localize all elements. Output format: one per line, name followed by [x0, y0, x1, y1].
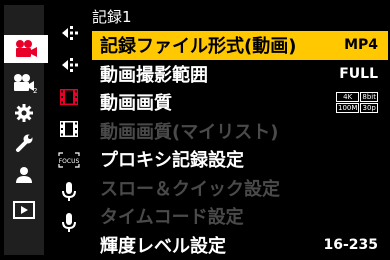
- menu-item-image-area[interactable]: 動画撮影範囲 FULL: [92, 60, 388, 89]
- quality-bit: 8bit: [360, 91, 378, 102]
- menu-item-time-code: タイムコード設定: [92, 202, 388, 231]
- menu-item-label: 記録ファイル形式(動画): [100, 36, 297, 58]
- tab-custom[interactable]: [4, 99, 44, 127]
- sub-tab-4[interactable]: [52, 115, 86, 143]
- menu-item-value: MP4: [344, 37, 378, 54]
- video-camera-icon: [13, 39, 39, 59]
- gear-icon: [14, 103, 34, 123]
- microphone-icon: [60, 181, 78, 203]
- menu-item-label: プロキシ記録設定: [100, 150, 244, 172]
- film-icon: [58, 119, 80, 139]
- menu-item-label: 輝度レベル設定: [100, 235, 226, 257]
- sub-tab-6[interactable]: [52, 178, 86, 206]
- sub-tab-2[interactable]: [52, 51, 86, 79]
- menu-item-value: FULL: [339, 65, 378, 82]
- playback-icon: [13, 201, 35, 219]
- menu-item-label: 動画画質: [100, 93, 172, 115]
- camera-menu-screen: 2 FOCUS 記録1 記録ファイル形式(動画) MP4 動画撮影範囲 FULL…: [0, 0, 390, 260]
- tab-setup[interactable]: [4, 129, 44, 157]
- menu-item-rec-quality[interactable]: 動画画質 4K 8bit 100M 30p: [92, 88, 388, 117]
- menu-item-luminance-level[interactable]: 輝度レベル設定 16-235: [92, 231, 388, 260]
- menu-item-label: スロー＆クイック設定: [100, 178, 280, 200]
- quality-fps: 30p: [360, 102, 378, 113]
- quality-rate: 100M: [336, 102, 360, 113]
- menu-list: 記録ファイル形式(動画) MP4 動画撮影範囲 FULL 動画画質 4K 8bi…: [92, 31, 388, 259]
- person-icon: [14, 165, 34, 185]
- svg-text:2: 2: [33, 87, 37, 93]
- sub-tab-3[interactable]: [52, 83, 86, 111]
- video-camera-2-icon: 2: [11, 73, 37, 93]
- menu-item-rec-quality-my-list: 動画画質(マイリスト): [92, 117, 388, 146]
- sub-tab-5[interactable]: FOCUS: [52, 146, 86, 174]
- tab-video-recording[interactable]: [4, 35, 48, 63]
- menu-item-label: 動画画質(マイリスト): [100, 121, 279, 143]
- microphone-icon: [60, 212, 78, 234]
- sub-tab-7[interactable]: [52, 209, 86, 237]
- menu-item-label: 動画撮影範囲: [100, 64, 208, 86]
- focus-icon: FOCUS: [57, 151, 81, 169]
- quality-badge: 4K 8bit 100M 30p: [336, 91, 378, 113]
- sub-tab-column: FOCUS: [52, 5, 86, 255]
- tab-video-recording-2[interactable]: 2: [4, 69, 44, 97]
- quality-res: 4K: [336, 91, 360, 102]
- menu-item-proxy-recording[interactable]: プロキシ記録設定: [92, 145, 388, 174]
- wrench-icon: [14, 133, 34, 153]
- move-arrows-icon: [58, 23, 80, 43]
- page-title: 記録1: [92, 8, 132, 26]
- move-arrows-icon: [58, 55, 80, 75]
- menu-item-label: タイムコード設定: [100, 207, 244, 229]
- menu-item-value: 16-235: [323, 236, 378, 253]
- tab-playback[interactable]: [4, 196, 44, 224]
- sub-tab-1[interactable]: [52, 19, 86, 47]
- svg-text:FOCUS: FOCUS: [59, 158, 80, 165]
- tab-my-menu[interactable]: [4, 161, 44, 189]
- menu-item-file-format[interactable]: 記録ファイル形式(動画) MP4: [92, 31, 388, 60]
- menu-item-slow-quick: スロー＆クイック設定: [92, 174, 388, 203]
- film-icon: [58, 87, 80, 107]
- main-tab-column: 2: [4, 5, 48, 255]
